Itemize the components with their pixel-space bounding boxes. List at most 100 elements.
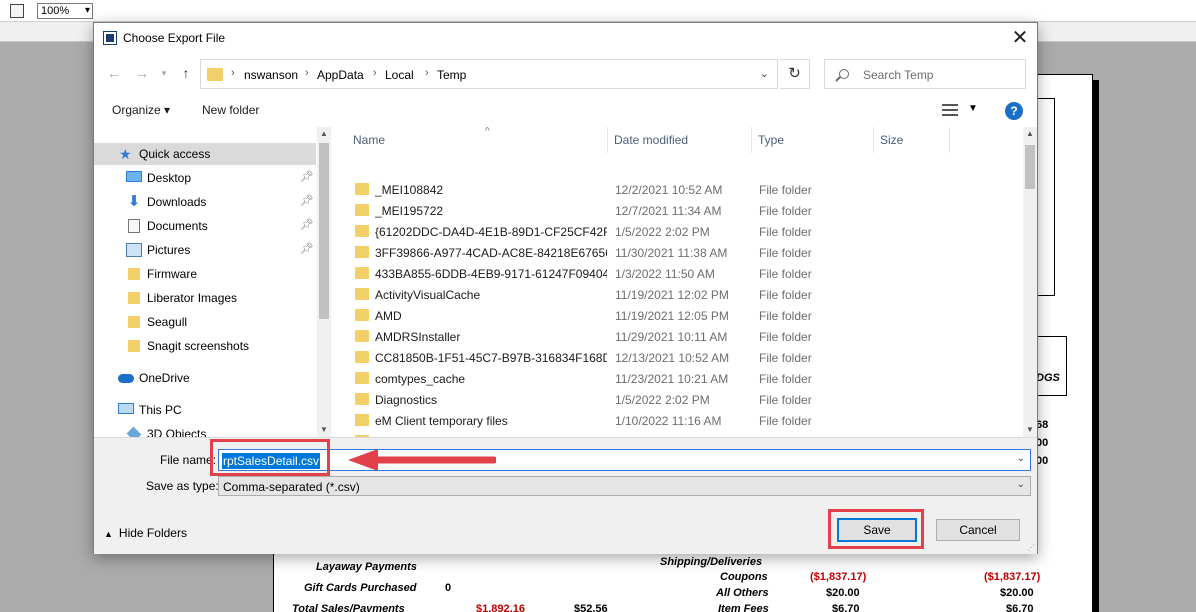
file-name-cell: AMDRSInstaller bbox=[375, 330, 461, 344]
file-row[interactable]: 433BA855-6DDB-4EB9-9171-61247F09404A 1/3/… bbox=[333, 263, 1023, 284]
type-cell: File folder bbox=[759, 351, 812, 365]
column-header-size[interactable]: Size bbox=[874, 127, 950, 153]
column-header-date-modified[interactable]: Date modified bbox=[608, 127, 752, 153]
save-as-type-select[interactable]: Comma-separated (*.csv) ⌄ bbox=[218, 476, 1031, 496]
nav-item-seagull[interactable]: Seagull bbox=[94, 311, 316, 333]
back-arrow-icon[interactable]: ← bbox=[104, 63, 124, 83]
scroll-down-icon[interactable]: ▼ bbox=[1023, 423, 1037, 437]
file-row[interactable]: AMD 11/19/2021 12:05 PM File folder bbox=[333, 305, 1023, 326]
pin-icon: 📌︎ bbox=[300, 243, 314, 255]
nav-item-3d-objects[interactable]: 3D Objects bbox=[94, 423, 316, 437]
chevron-right-icon[interactable]: › bbox=[231, 67, 235, 79]
nav-item-onedrive[interactable]: OneDrive bbox=[94, 367, 316, 389]
navigation-pane: ★ Quick access Desktop 📌︎ ⬇ Downloads 📌︎… bbox=[94, 127, 331, 437]
breadcrumb-appdata[interactable]: AppData bbox=[317, 68, 364, 82]
type-cell: File folder bbox=[759, 288, 812, 302]
breadcrumb-local[interactable]: Local bbox=[385, 68, 414, 82]
chevron-down-icon[interactable]: ⌄ bbox=[1017, 479, 1025, 490]
nav-item-label: Downloads bbox=[147, 195, 207, 209]
pictures-icon bbox=[126, 243, 142, 257]
nav-item-quick-access[interactable]: ★ Quick access bbox=[94, 143, 316, 165]
file-name-cell: comtypes_cache bbox=[375, 372, 466, 386]
nav-item-desktop[interactable]: Desktop 📌︎ bbox=[94, 167, 316, 189]
forward-arrow-icon[interactable]: → bbox=[132, 63, 152, 83]
report-value: $20.00 bbox=[826, 587, 860, 599]
annotation-arrow-icon bbox=[348, 449, 496, 471]
nav-item-label: Documents bbox=[147, 219, 208, 233]
search-box[interactable] bbox=[824, 59, 1026, 89]
report-value: $6.70 bbox=[832, 603, 860, 612]
chevron-down-icon[interactable]: ▼ bbox=[968, 103, 978, 114]
nav-item-liberator-images[interactable]: Liberator Images bbox=[94, 287, 316, 309]
folder-icon bbox=[128, 268, 140, 280]
refresh-icon[interactable]: ↻ bbox=[780, 59, 810, 89]
file-name-cell: 3FF39866-A977-4CAD-AC8E-84218E67656B bbox=[375, 246, 607, 260]
chevron-down-icon[interactable]: ⌄ bbox=[760, 67, 769, 80]
type-cell: File folder bbox=[759, 393, 812, 407]
scroll-thumb[interactable] bbox=[1025, 145, 1035, 189]
nav-item-snagit-screenshots[interactable]: Snagit screenshots bbox=[94, 335, 316, 357]
report-value: ($1,837.17) bbox=[984, 571, 1041, 583]
nav-item-this-pc[interactable]: This PC bbox=[94, 399, 316, 421]
zoom-select[interactable]: 100% bbox=[37, 3, 93, 19]
file-row[interactable]: CC81850B-1F51-45C7-B97B-316834F168DE 12/1… bbox=[333, 347, 1023, 368]
nav-item-firmware[interactable]: Firmware bbox=[94, 263, 316, 285]
file-row[interactable]: comtypes_cache 11/23/2021 10:21 AM File fo… bbox=[333, 368, 1023, 389]
file-row[interactable]: {61202DDC-DA4D-4E1B-89D1-CF25CF42F... 1/5… bbox=[333, 221, 1023, 242]
chevron-right-icon[interactable]: › bbox=[305, 67, 309, 79]
search-input[interactable] bbox=[863, 66, 1018, 84]
file-list-scrollbar[interactable]: ▲ ▼ bbox=[1023, 127, 1037, 437]
cancel-button[interactable]: Cancel bbox=[936, 519, 1020, 541]
scroll-down-icon[interactable]: ▼ bbox=[317, 423, 331, 437]
nav-item-pictures[interactable]: Pictures 📌︎ bbox=[94, 239, 316, 261]
file-row[interactable]: _MEI108842 12/2/2021 10:52 AM File folder bbox=[333, 179, 1023, 200]
new-folder-button[interactable]: New folder bbox=[202, 103, 259, 117]
address-bar[interactable]: › nswanson › AppData › Local › Temp ⌄ bbox=[200, 59, 778, 89]
file-row[interactable]: ActivityVisualCache 11/19/2021 12:02 PM Fi… bbox=[333, 284, 1023, 305]
nav-item-downloads[interactable]: ⬇ Downloads 📌︎ bbox=[94, 191, 316, 213]
pin-icon: 📌︎ bbox=[300, 195, 314, 207]
pin-icon: 📌︎ bbox=[300, 219, 314, 231]
onedrive-icon bbox=[118, 374, 134, 383]
organize-button[interactable]: Organize ▾ bbox=[112, 103, 170, 117]
chevron-right-icon[interactable]: › bbox=[373, 67, 377, 79]
chevron-down-icon[interactable]: ⌄ bbox=[1017, 453, 1025, 464]
recent-locations-icon[interactable]: ▾ bbox=[154, 63, 174, 83]
scroll-up-icon[interactable]: ▲ bbox=[1023, 127, 1037, 141]
save-as-type-label: Save as type: bbox=[146, 479, 219, 493]
type-cell: File folder bbox=[759, 372, 812, 386]
resize-grip-icon[interactable]: ⋰ bbox=[1027, 543, 1035, 552]
folder-icon bbox=[355, 204, 369, 216]
export-icon[interactable] bbox=[10, 4, 24, 18]
file-row[interactable]: Diagnostics 1/5/2022 2:02 PM File folder bbox=[333, 389, 1023, 410]
column-header-label: Name bbox=[353, 133, 386, 147]
view-options-icon[interactable] bbox=[942, 104, 958, 116]
date-modified-cell: 11/19/2021 12:02 PM bbox=[615, 288, 729, 302]
breadcrumb-nswanson[interactable]: nswanson bbox=[244, 68, 298, 82]
hide-folders-button[interactable]: ▲ Hide Folders bbox=[104, 526, 187, 540]
file-row[interactable]: 3FF39866-A977-4CAD-AC8E-84218E67656B 11/3… bbox=[333, 242, 1023, 263]
file-row[interactable]: _MEI195722 12/7/2021 11:34 AM File folder bbox=[333, 200, 1023, 221]
column-header-type[interactable]: Type bbox=[752, 127, 874, 153]
file-row[interactable]: eM Client temporary files 1/10/2022 11:16… bbox=[333, 410, 1023, 431]
close-button[interactable]: ✕ bbox=[1007, 25, 1033, 51]
nav-item-documents[interactable]: Documents 📌︎ bbox=[94, 215, 316, 237]
scroll-up-icon[interactable]: ▲ bbox=[317, 127, 331, 141]
file-name-input[interactable]: rptSalesDetail.csv ⌄ bbox=[218, 449, 1031, 471]
file-name-cell: {61202DDC-DA4D-4E1B-89D1-CF25CF42F... bbox=[375, 225, 607, 239]
address-row: ← → ▾ ↑ › nswanson › AppData › Local › T… bbox=[94, 57, 1037, 89]
scroll-thumb[interactable] bbox=[319, 143, 329, 319]
3d-objects-icon bbox=[126, 426, 142, 437]
help-icon[interactable]: ? bbox=[1005, 102, 1023, 120]
dialog-title: Choose Export File bbox=[123, 31, 226, 45]
type-cell: File folder bbox=[759, 330, 812, 344]
up-arrow-icon[interactable]: ↑ bbox=[176, 63, 196, 83]
nav-item-label: OneDrive bbox=[139, 371, 190, 385]
chevron-right-icon[interactable]: › bbox=[425, 67, 429, 79]
breadcrumb-temp[interactable]: Temp bbox=[437, 68, 466, 82]
nav-scrollbar[interactable]: ▲ ▼ bbox=[317, 127, 331, 437]
file-name-label: File name: bbox=[160, 453, 217, 467]
column-header-name[interactable]: Name ^ bbox=[347, 127, 608, 153]
file-row[interactable]: AMDRSInstaller 11/29/2021 10:11 AM File fo… bbox=[333, 326, 1023, 347]
report-toolbar: 100% bbox=[0, 0, 1196, 22]
